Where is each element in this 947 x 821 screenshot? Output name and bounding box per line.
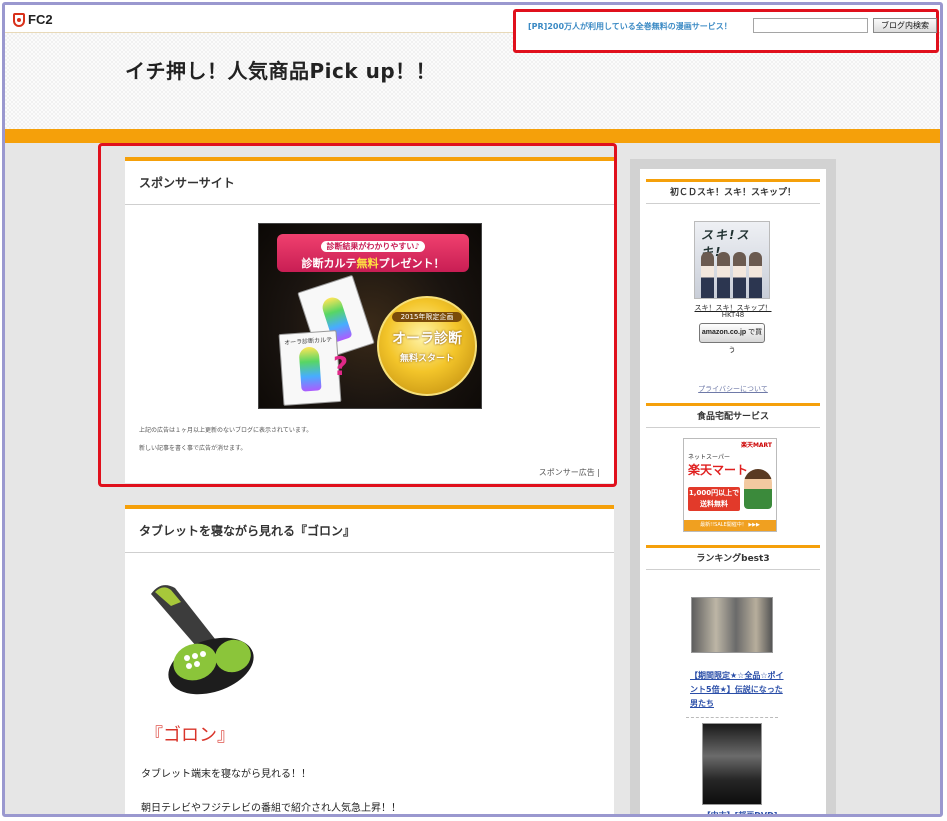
cd-cover-person-icon (733, 252, 746, 298)
cd-cover-person-icon (701, 252, 714, 298)
privacy-link[interactable]: プライバシーについて (640, 384, 826, 394)
sidebar-title-cd: 初ＣＤスキ！スキ！スキップ！ (646, 179, 820, 204)
rakuten-red-line1: 1,000円以上で (688, 489, 740, 497)
sidebar-inner: 初ＣＤスキ！スキ！スキップ！ スキ!スキ! スキ！スキ！スキップ！ HKT48 … (640, 169, 826, 814)
rakuten-red-line2: 送料無料 (700, 500, 728, 508)
cd-cover-person-icon (717, 252, 730, 298)
ranking-item-1-image[interactable] (691, 597, 773, 653)
cd-cover-image[interactable]: スキ!スキ! (694, 221, 770, 299)
orange-band (5, 129, 940, 143)
rakuten-mart-banner[interactable]: 楽天MART ネットスーパー 楽天マート 1,000円以上で 送料無料 最新!!… (683, 438, 777, 532)
blog-search-button[interactable]: ブログ内検索 (873, 18, 937, 33)
pr-ad-link[interactable]: [PR]200万人が利用している全巻無料の漫画サービス！ (528, 21, 732, 32)
amazon-logo-text: amazon.co.jp (701, 329, 747, 336)
rakuten-mart-logo: 楽天MART (740, 442, 772, 449)
sidebar-title-ranking: ランキングbest3 (646, 545, 820, 570)
ranking-item-2-link[interactable]: 【中古】[邦画DVD] (690, 809, 790, 814)
rakuten-banner-sub: ネットスーパー (688, 454, 730, 461)
ranking-item-1-link[interactable]: 【期間限定★☆全品☆ポイント5倍★】伝説になった男たち (690, 669, 790, 711)
product-name: 『ゴロン』 (145, 725, 235, 746)
cd-cover-person-icon (749, 252, 762, 298)
rakuten-person-icon (744, 469, 772, 509)
blog-search-input[interactable] (753, 18, 868, 33)
cd-artist: HKT48 (721, 311, 745, 319)
goron-product-image[interactable] (141, 574, 261, 704)
fc2-logo-text: FC2 (28, 12, 53, 27)
ranking-item-2-image[interactable] (702, 723, 762, 805)
sponsor-highlight-box (98, 143, 617, 487)
rakuten-banner-bottom: 最新!!SALE開催中！ ▶▶▶ (684, 520, 776, 531)
ranking-divider (686, 717, 778, 718)
rakuten-free-shipping: 1,000円以上で 送料無料 (688, 487, 740, 511)
fc2-logo[interactable]: FC2 (13, 12, 53, 27)
product-entry-title[interactable]: タブレットを寝ながら見れる『ゴロン』 (125, 509, 614, 553)
blog-title[interactable]: イチ押し！人気商品Pick up！！ (125, 55, 436, 84)
fc2-logo-icon (13, 12, 25, 27)
browser-frame: FC2 イチ押し！人気商品Pick up！！ [PR]200万人が利用している全… (2, 2, 943, 817)
product-text-1: タブレット端末を寝ながら見れる！！ (141, 769, 311, 780)
product-text-2: 朝日テレビやフジテレビの番組で紹介され人気急上昇！！ (141, 803, 401, 814)
product-entry: タブレットを寝ながら見れる『ゴロン』 『ゴロン』 タブレット端末を寝ながら見れる… (125, 505, 614, 814)
sidebar-title-food: 食品宅配サービス (646, 403, 820, 428)
amazon-buy-button[interactable]: amazon.co.jp で買う (699, 323, 765, 354)
pr-search-box: [PR]200万人が利用している全巻無料の漫画サービス！ ブログ内検索 (513, 9, 939, 53)
sidebar: 初ＣＤスキ！スキ！スキップ！ スキ!スキ! スキ！スキ！スキップ！ HKT48 … (630, 159, 836, 814)
